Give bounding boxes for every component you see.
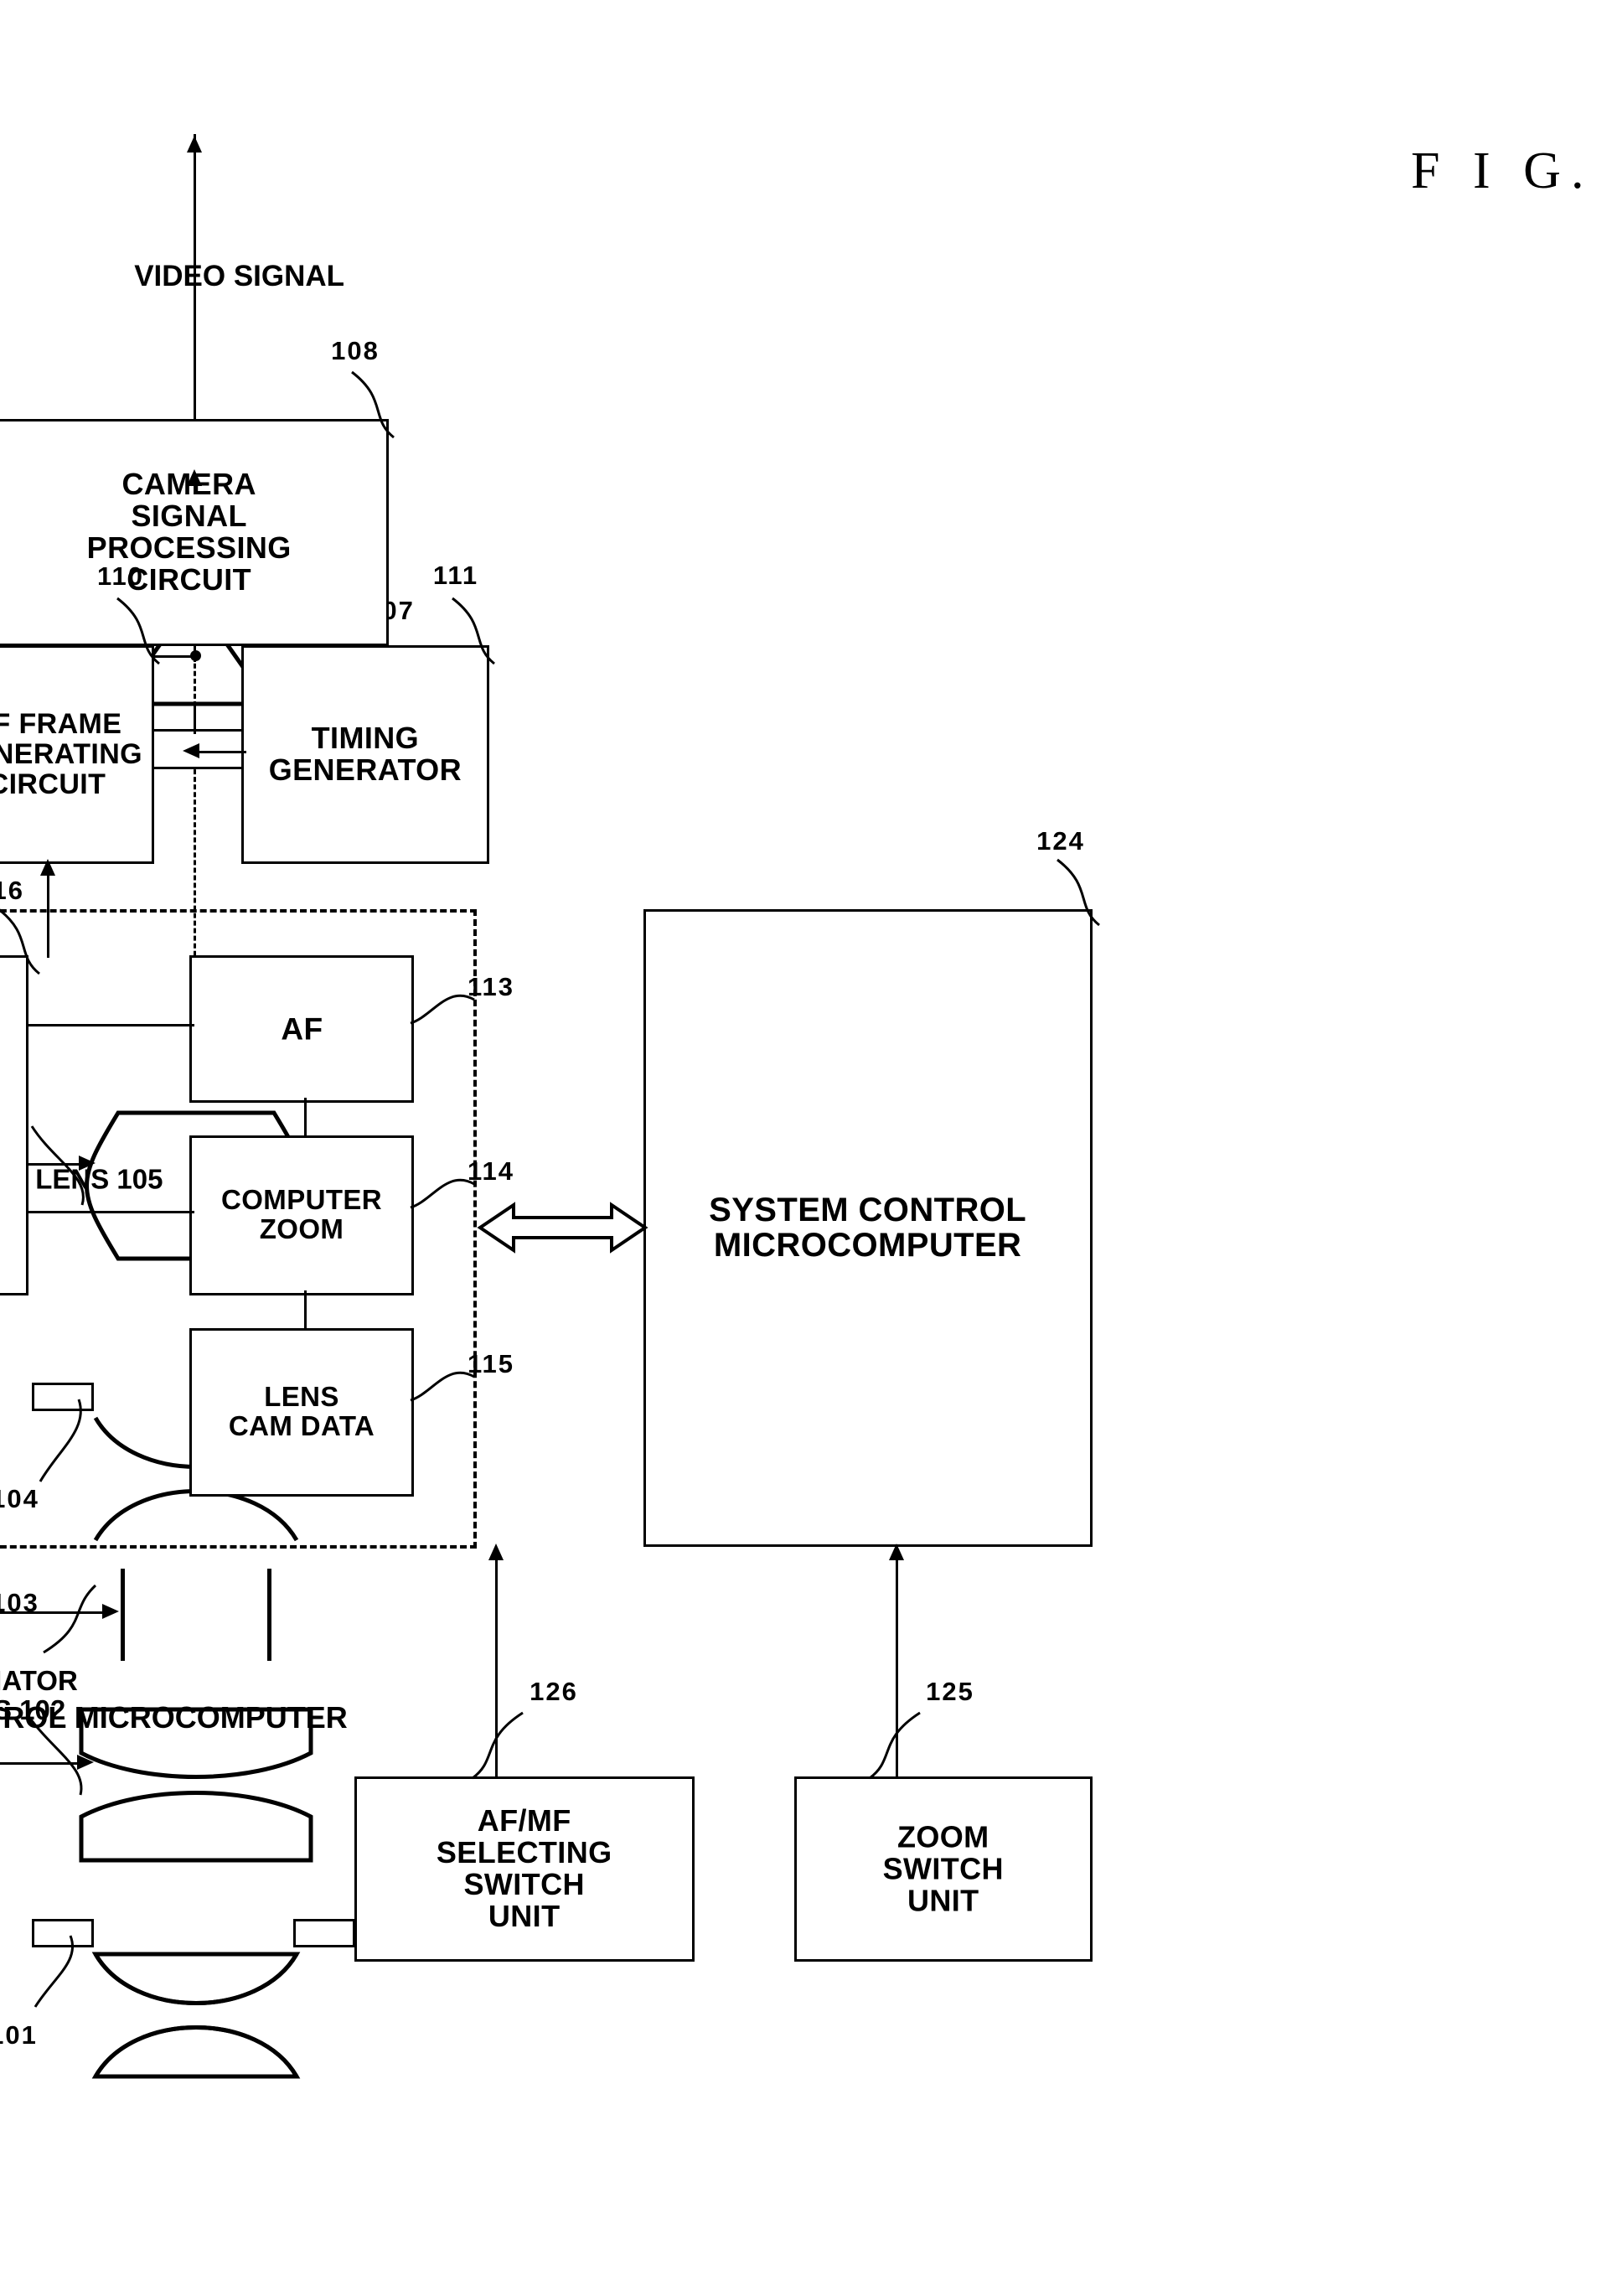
leader-124 [1057,858,1100,927]
block-af-113[interactable]: AF [189,955,414,1103]
leader-126 [472,1711,524,1780]
block-timing-generator-111-label: TIMING GENERATOR [268,721,462,788]
block-lens-cam-data-115-label: LENS CAM DATA [228,1381,375,1442]
arrow-video-signal-out [187,136,202,153]
block-zoom-switch-unit-125[interactable]: ZOOM SWITCH UNIT [794,1776,1093,1962]
block-motor-control-116[interactable]: MOTOR CONTROL [0,955,28,1295]
arrow-122-to-iris103 [102,1604,119,1619]
leader-110 [116,597,160,665]
link-group-to-afframe [47,874,49,958]
leader-115 [410,1371,475,1402]
label-lens-control-microcomputer: LENS CONTROL MICROCOMPUTER [0,1699,348,1735]
block-system-control-microcomputer-124-label: SYSTEM CONTROL MICROCOMPUTER [709,1192,1027,1264]
block-lens-cam-data-115[interactable]: LENS CAM DATA [189,1328,414,1497]
block-afmf-selecting-switch-unit-126-label: AF/MF SELECTING SWITCH UNIT [437,1803,612,1934]
bidirectional-bus-124-112 [477,1202,648,1254]
iris-blade-top [267,1569,271,1661]
lens-101-holder-top [293,1919,355,1947]
arrow-117-to-lens102 [77,1755,94,1770]
leader-111 [452,597,495,665]
iris-blade-bottom [121,1569,125,1661]
lens-101-element [91,1952,301,2079]
arrow-111-to-110 [183,743,199,758]
arrow-group-to-afframe [40,859,55,876]
label-video-signal: VIDEO SIGNAL [134,260,345,293]
block-computer-zoom-114-label: COMPUTER ZOOM [220,1184,383,1245]
leader-103 [43,1584,97,1654]
leader-116 [0,907,40,975]
arrow-126-to-124 [488,1544,504,1560]
arrow-to-camera-signal-processing [187,469,202,486]
link-122-to-iris103 [0,1611,104,1614]
link-113-to-116 [28,1024,194,1026]
link-125-to-124 [896,1559,898,1776]
block-zoom-switch-unit-125-label: ZOOM SWITCH UNIT [882,1819,1005,1918]
link-114-115 [304,1290,307,1331]
link-126-to-124 [495,1559,498,1776]
optical-path-106-107 [194,702,196,734]
block-system-control-microcomputer-124[interactable]: SYSTEM CONTROL MICROCOMPUTER [643,909,1093,1547]
patent-figure-sheet: F I G. 1 101 VARIATOR LENS 102 103 104 [0,0,1612,2296]
block-camera-signal-processing-108[interactable]: CAMERA SIGNAL PROCESSING CIRCUIT [0,419,389,646]
leader-114 [410,1178,475,1209]
block-computer-zoom-114[interactable]: COMPUTER ZOOM [189,1135,414,1295]
leader-101 [34,1935,75,2008]
leader-113 [410,994,475,1025]
link-117-to-lens102 [0,1762,79,1765]
arrow-125-to-124 [889,1544,904,1560]
block-afmf-selecting-switch-unit-126[interactable]: AF/MF SELECTING SWITCH UNIT [354,1776,695,1962]
link-113-114 [304,1098,307,1138]
block-af-frame-generating-110-label: AF FRAME GENERATING CIRCUIT [0,708,143,801]
figure-title: F I G. 1 [1411,142,1612,199]
leader-108 [351,370,395,439]
block-af-113-label: AF [280,1011,323,1047]
link-114-to-116 [28,1211,194,1213]
link-111-to-110 [198,751,246,753]
